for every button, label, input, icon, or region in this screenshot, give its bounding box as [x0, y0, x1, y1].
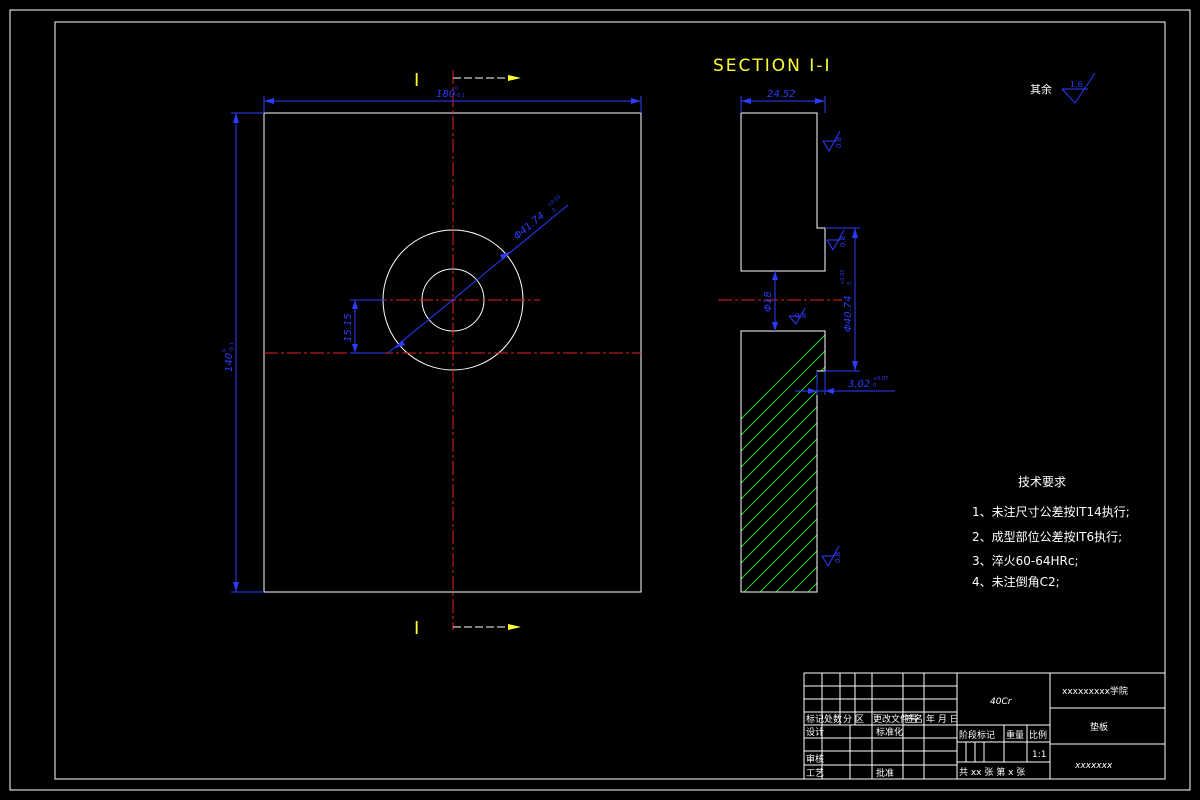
surface-finish-note: 其余 1.6: [1030, 72, 1096, 104]
hole-dia-arrow-top: [772, 271, 778, 280]
tb-header-sign: 签名: [905, 713, 923, 725]
tech-requirements: 技术要求 1、未注尺寸公差按IT14执行; 2、成型部位公差按IT6执行; 3、…: [972, 475, 1130, 589]
tb-row-design: 设计: [806, 726, 824, 738]
tb-weight-label: 重量: [1006, 729, 1024, 741]
counter-dia-tol: +0.030: [840, 270, 853, 285]
hatch-line: [741, 113, 825, 592]
counter-arrow-top: [852, 228, 858, 238]
tech-req-item-3: 3、淬火60-64HRc;: [972, 553, 1079, 568]
tb-sheets: 共 xx 张 第 x 张: [959, 766, 1025, 778]
svg-text:0.8: 0.8: [834, 552, 842, 563]
tb-scale-label: 比例: [1029, 729, 1047, 741]
depth-dim-tol: +0.07 0: [873, 376, 888, 389]
tb-row-standard: 标准化: [876, 726, 903, 738]
tb-row-process: 工艺: [806, 768, 824, 779]
roughness-symbol-2: 0.8: [826, 229, 847, 252]
tech-req-title: 技术要求: [1018, 475, 1066, 489]
tb-school: xxxxxxxxx学院: [1062, 685, 1128, 697]
tb-row-approve: 批准: [876, 767, 894, 779]
surface-note-label: 其余: [1030, 82, 1052, 96]
svg-text:0.8: 0.8: [835, 137, 843, 148]
section-arrowhead-bottom: [508, 624, 521, 630]
height-dim-text: 140: [224, 353, 235, 372]
offset-dim-text: 15.15: [343, 313, 354, 342]
front-view: I I 180 0 -0.1 140 0-0.1 15.15 Φ41.74 +0.…: [222, 70, 642, 639]
bore-dia-leader: [387, 204, 569, 354]
offset-arrow-bottom: [352, 344, 358, 353]
section-title: SECTION I-I: [713, 56, 831, 76]
depth-arrow-right: [825, 388, 834, 394]
svg-text:0.8: 0.8: [795, 312, 806, 320]
hole-dia-arrow-bottom: [772, 322, 778, 331]
height-dim-tol: 0-0.1: [222, 342, 235, 352]
hatch-line: [1116, 100, 1200, 620]
tb-scale-value: 1:1: [1032, 750, 1046, 760]
tech-req-item-2: 2、成型部位公差按IT6执行;: [972, 529, 1122, 544]
hatch-line: [1148, 100, 1200, 620]
tb-material: 40Cr: [990, 697, 1013, 707]
roughness-symbol-3: 0.8: [788, 307, 806, 325]
roughness-symbol-1: 0.8: [822, 130, 843, 153]
depth-arrow-left: [808, 388, 817, 394]
hatch-line: [741, 113, 825, 592]
counter-dia-text: Φ40.74: [843, 296, 854, 333]
counter-arrow-bottom: [852, 361, 858, 371]
thickness-dim-text: 24.52: [767, 89, 796, 100]
inner-border: [54, 21, 1166, 780]
height-arrow-top: [233, 113, 239, 123]
bore-dia-tol: +0.030: [546, 194, 566, 214]
thickness-arrow-right: [815, 98, 825, 104]
thickness-arrow-left: [741, 98, 751, 104]
section-arrowhead-top: [508, 75, 521, 81]
hatch-line: [741, 113, 825, 592]
tb-header-count: 处数: [824, 713, 842, 725]
hole-dia-text: Φ18: [763, 291, 774, 312]
section-mark-top: I: [414, 70, 419, 91]
section-mark-bottom: I: [414, 618, 419, 639]
width-dim-tol: 0 -0.1: [455, 86, 465, 99]
cad-drawing-canvas: I I 180 0 -0.1 140 0-0.1 15.15 Φ41.74 +0.…: [9, 9, 1200, 791]
tb-drawing-no: xxxxxxx: [1074, 761, 1113, 771]
surface-note-value: 1.6: [1070, 80, 1083, 89]
height-arrow-bottom: [233, 582, 239, 592]
tech-req-item-4: 4、未注倒角C2;: [972, 574, 1060, 589]
tb-header-date: 年 月 日: [926, 713, 959, 725]
offset-arrow-top: [352, 300, 358, 309]
depth-dim-text: 3.02: [848, 379, 870, 390]
hatch-line: [1164, 100, 1200, 620]
section-outline-upper: [740, 112, 826, 272]
hatch-line: [1196, 100, 1200, 620]
svg-text:0.8: 0.8: [839, 236, 847, 247]
width-arrow-right: [631, 98, 641, 104]
roughness-symbol-4: 0.8: [821, 545, 842, 568]
tb-drawing-name: 垫板: [1090, 721, 1108, 733]
tb-stage-label: 阶段标记: [959, 729, 995, 741]
tech-req-item-1: 1、未注尺寸公差按IT14执行;: [972, 504, 1130, 519]
tb-header-zone: 分 区: [843, 714, 864, 725]
width-arrow-left: [264, 98, 274, 104]
hatch-line: [741, 113, 825, 592]
tb-row-review: 审核: [806, 753, 824, 765]
tb-header-mark: 标记: [806, 713, 824, 725]
width-dim-text: 180: [436, 89, 455, 100]
